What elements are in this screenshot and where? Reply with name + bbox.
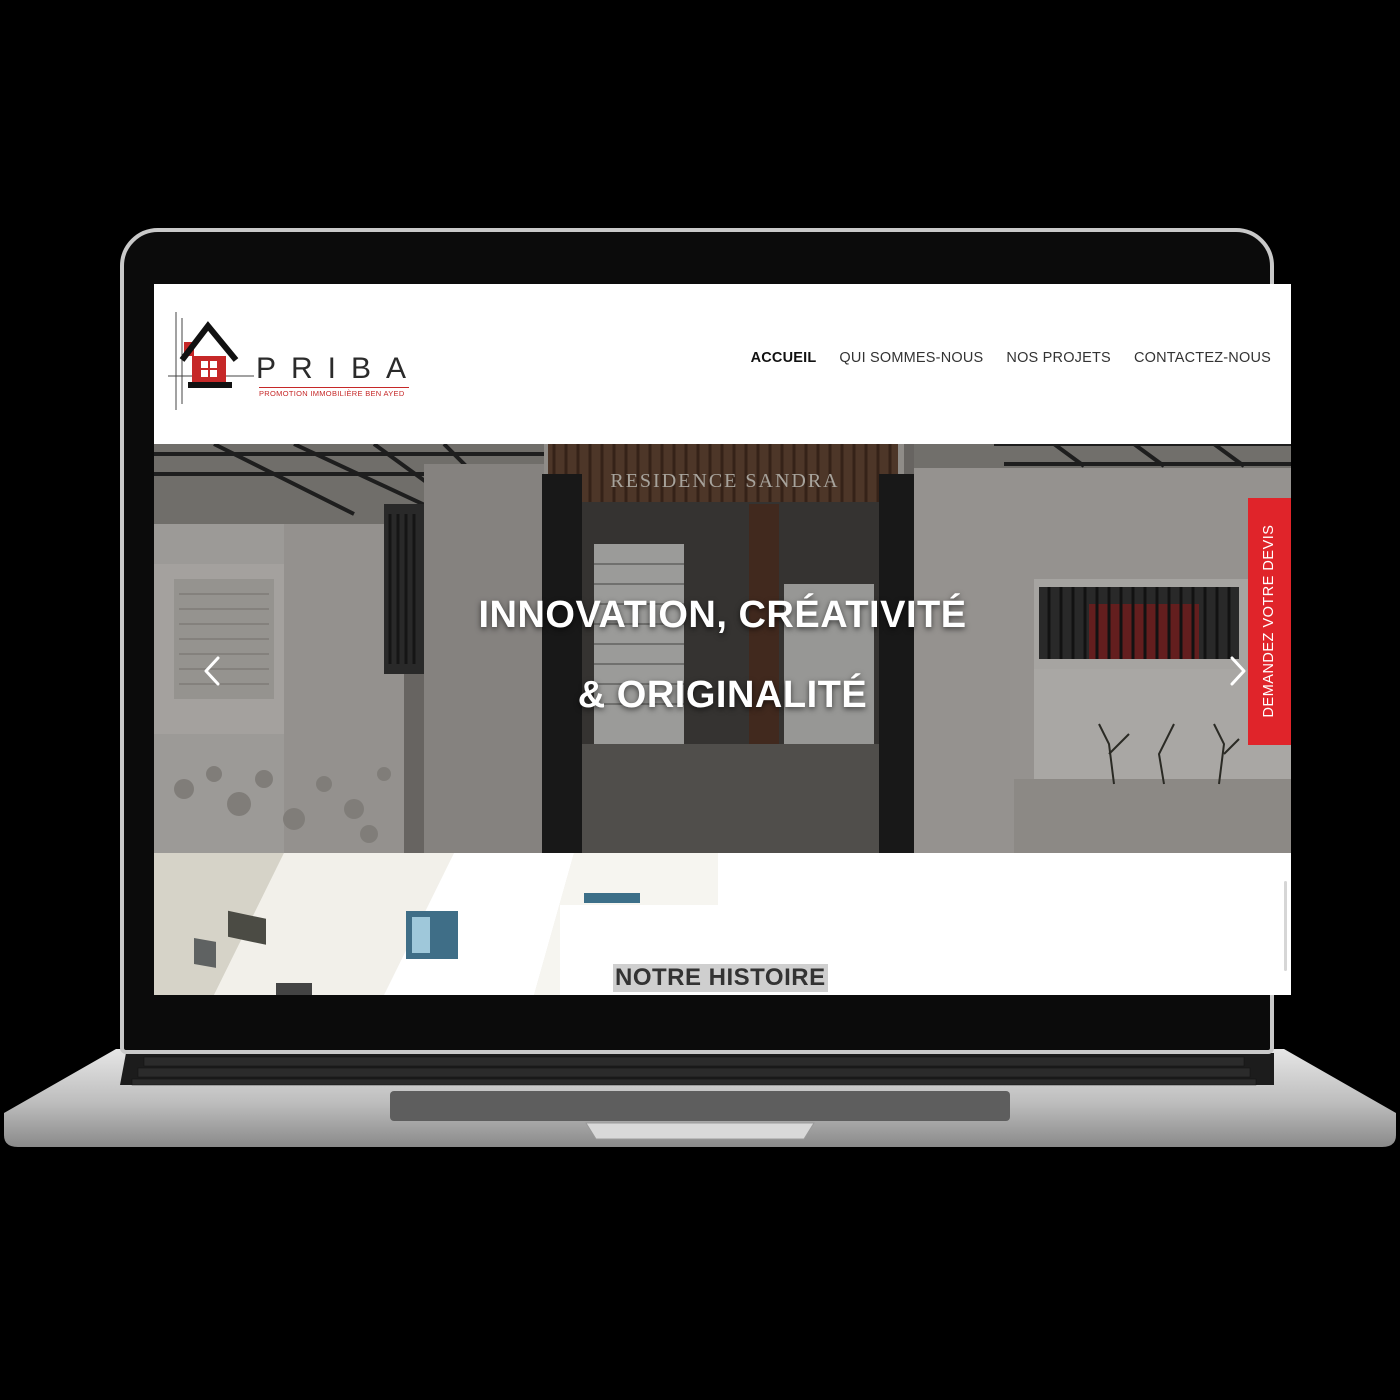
story-title: NOTRE HISTOIRE <box>613 964 828 992</box>
browser-screen: PRIBA PROMOTION IMMOBILIÈRE BEN AYED ACC… <box>154 284 1291 995</box>
nav-item-accueil[interactable]: ACCUEIL <box>751 350 817 366</box>
hero-overlay <box>154 444 1291 853</box>
chevron-left-icon[interactable] <box>198 656 228 686</box>
nav-item-nos-projets[interactable]: NOS PROJETS <box>1006 350 1111 366</box>
request-quote-tab[interactable]: DEMANDEZ VOTRE DEVIS <box>1248 498 1291 745</box>
logo-wordmark: PRIBA <box>256 352 422 385</box>
hero-slider: RESIDENCE SANDRA INNOVATION, CRÉATIVITÉ … <box>154 444 1291 853</box>
story-section: NOTRE HISTOIRE <box>154 853 1291 995</box>
hero-headline-line-1: INNOVATION, CRÉATIVITÉ <box>478 594 967 636</box>
logo-tagline: PROMOTION IMMOBILIÈRE BEN AYED <box>259 387 409 398</box>
laptop-mockup: PRIBA PROMOTION IMMOBILIÈRE BEN AYED ACC… <box>0 0 1400 1400</box>
hero-headline-line-2: & ORIGINALITÉ <box>577 674 868 716</box>
nav-item-qui-sommes-nous[interactable]: QUI SOMMES-NOUS <box>839 350 983 366</box>
main-nav: ACCUEIL QUI SOMMES-NOUS NOS PROJETS CONT… <box>751 350 1271 366</box>
nav-item-contactez-nous[interactable]: CONTACTEZ-NOUS <box>1134 350 1271 366</box>
house-logo-icon <box>168 312 254 410</box>
site-header: PRIBA PROMOTION IMMOBILIÈRE BEN AYED ACC… <box>154 284 1291 444</box>
priba-logo[interactable]: PRIBA PROMOTION IMMOBILIÈRE BEN AYED <box>168 312 409 412</box>
page-scrollbar[interactable] <box>1284 881 1287 971</box>
request-quote-label: DEMANDEZ VOTRE DEVIS <box>1261 524 1277 718</box>
laptop-base <box>4 1049 1396 1147</box>
